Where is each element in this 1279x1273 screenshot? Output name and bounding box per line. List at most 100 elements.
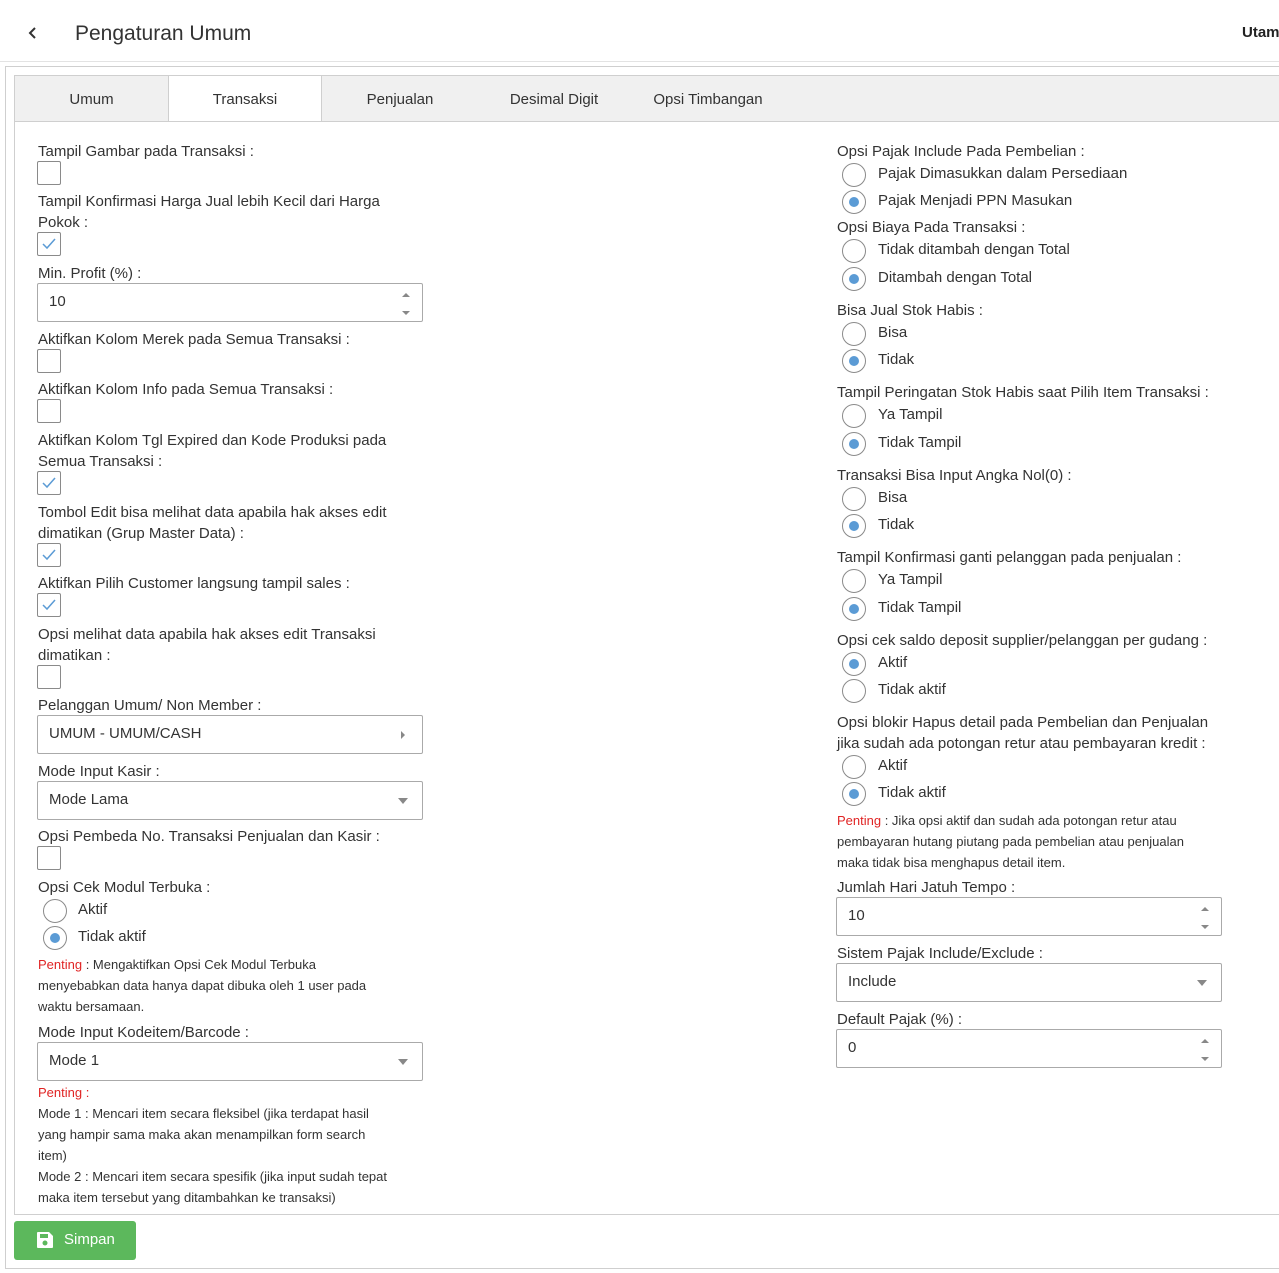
label-stok-habis: Bisa Jual Stok Habis : bbox=[837, 302, 983, 319]
mode-note-4: Mode 2 : Mencari item secara spesifik (j… bbox=[38, 1169, 388, 1184]
radio-biaya-tidak-ditambah[interactable] bbox=[842, 239, 866, 263]
radio-cek-modul-tidak-aktif[interactable] bbox=[43, 926, 67, 950]
label-min-profit: Min. Profit (%) : bbox=[38, 265, 142, 282]
sistem-pajak-value: Include bbox=[848, 973, 897, 990]
checkbox-tampil-gambar[interactable] bbox=[37, 161, 61, 185]
chevron-down-icon bbox=[398, 1059, 408, 1065]
radio-nol-tidak[interactable] bbox=[842, 514, 866, 538]
checkbox-konfirmasi-harga[interactable] bbox=[37, 232, 61, 256]
radio-cek-modul-aktif[interactable] bbox=[43, 899, 67, 923]
radio-label-biaya-ditambah: Ditambah dengan Total bbox=[878, 269, 1032, 286]
default-pajak-input[interactable]: 0 bbox=[836, 1029, 1222, 1068]
radio-saldo-tidak-aktif[interactable] bbox=[842, 679, 866, 703]
mode-kodeitem-select[interactable]: Mode 1 bbox=[37, 1042, 423, 1081]
label-cek-saldo: Opsi cek saldo deposit supplier/pelangga… bbox=[837, 632, 1208, 649]
label-opsi-melihat: Opsi melihat data apabila hak akses edit… bbox=[38, 626, 376, 643]
radio-label-saldo-aktif: Aktif bbox=[878, 654, 908, 671]
radio-label-konfirmasi-tidak: Tidak Tampil bbox=[878, 599, 962, 616]
chevron-down-icon bbox=[1197, 980, 1207, 986]
spinner-icon bbox=[1201, 907, 1209, 929]
checkbox-kolom-info[interactable] bbox=[37, 399, 61, 423]
save-label: Simpan bbox=[64, 1231, 115, 1248]
checkbox-kolom-merek[interactable] bbox=[37, 349, 61, 373]
label-tombol-edit-2: dimatikan (Grup Master Data) : bbox=[38, 525, 244, 542]
mode-input-kasir-value: Mode Lama bbox=[49, 791, 129, 808]
default-pajak-value: 0 bbox=[848, 1039, 857, 1056]
radio-pajak-persediaan[interactable] bbox=[842, 163, 866, 187]
note-blokir-3: maka tidak bisa menghapus detail item. bbox=[837, 855, 1066, 870]
check-icon bbox=[42, 549, 56, 561]
radio-label-nol-tidak: Tidak bbox=[878, 516, 915, 533]
radio-stok-bisa[interactable] bbox=[842, 322, 866, 346]
radio-peringatan-ya[interactable] bbox=[842, 404, 866, 428]
label-kolom-info: Aktifkan Kolom Info pada Semua Transaksi… bbox=[38, 381, 334, 398]
label-pajak-include: Opsi Pajak Include Pada Pembelian : bbox=[837, 143, 1085, 160]
label-mode-input-kasir: Mode Input Kasir : bbox=[38, 763, 160, 780]
back-icon[interactable] bbox=[22, 22, 44, 44]
radio-nol-bisa[interactable] bbox=[842, 487, 866, 511]
sistem-pajak-select[interactable]: Include bbox=[836, 963, 1222, 1002]
radio-label-tidak-aktif: Tidak aktif bbox=[78, 928, 146, 945]
mode-note-2: yang hampir sama maka akan menampilkan f… bbox=[38, 1127, 366, 1142]
radio-label-saldo-tidak-aktif: Tidak aktif bbox=[878, 681, 946, 698]
floppy-disk-icon bbox=[37, 1232, 53, 1248]
radio-blokir-tidak-aktif[interactable] bbox=[842, 782, 866, 806]
mode-note-5: maka item tersebut yang ditambahkan ke t… bbox=[38, 1190, 336, 1205]
checkbox-opsi-pembeda[interactable] bbox=[37, 846, 61, 870]
radio-saldo-aktif[interactable] bbox=[842, 652, 866, 676]
mode-kodeitem-value: Mode 1 bbox=[49, 1052, 100, 1069]
label-default-pajak: Default Pajak (%) : bbox=[837, 1011, 963, 1028]
pelanggan-umum-select[interactable]: UMUM - UMUM/CASH bbox=[37, 715, 423, 754]
tab-opsi-timbangan[interactable]: Opsi Timbangan bbox=[631, 76, 785, 122]
label-pelanggan-umum: Pelanggan Umum/ Non Member : bbox=[38, 697, 262, 714]
jatuh-tempo-input[interactable]: 10 bbox=[836, 897, 1222, 936]
penting-label: Penting bbox=[837, 813, 882, 828]
radio-label-pajak-persediaan: Pajak Dimasukkan dalam Persediaan bbox=[878, 165, 1128, 182]
page-title: Pengaturan Umum bbox=[75, 22, 252, 45]
check-icon bbox=[42, 238, 56, 250]
radio-konfirmasi-ya[interactable] bbox=[842, 569, 866, 593]
radio-pajak-ppn[interactable] bbox=[842, 190, 866, 214]
label-angka-nol: Transaksi Bisa Input Angka Nol(0) : bbox=[837, 467, 1072, 484]
jatuh-tempo-value: 10 bbox=[848, 907, 865, 924]
label-opsi-melihat-2: dimatikan : bbox=[38, 647, 111, 664]
tab-transaksi[interactable]: Transaksi bbox=[168, 76, 322, 123]
checkbox-kolom-tgl[interactable] bbox=[37, 471, 61, 495]
radio-biaya-ditambah[interactable] bbox=[842, 267, 866, 291]
min-profit-input[interactable]: 10 bbox=[37, 283, 423, 322]
tab-umum[interactable]: Umum bbox=[15, 76, 169, 122]
label-biaya: Opsi Biaya Pada Transaksi : bbox=[837, 219, 1026, 236]
label-sistem-pajak: Sistem Pajak Include/Exclude : bbox=[837, 945, 1043, 962]
radio-label-stok-bisa: Bisa bbox=[878, 324, 908, 341]
label-kolom-merek: Aktifkan Kolom Merek pada Semua Transaks… bbox=[38, 331, 350, 348]
radio-stok-tidak[interactable] bbox=[842, 349, 866, 373]
header-right-label[interactable]: Utam bbox=[1242, 24, 1279, 41]
label-blokir-2: jika sudah ada potongan retur atau pemba… bbox=[837, 735, 1206, 752]
label-mode-kodeitem: Mode Input Kodeitem/Barcode : bbox=[38, 1024, 249, 1041]
radio-peringatan-tidak[interactable] bbox=[842, 432, 866, 456]
spinner-icon bbox=[402, 293, 410, 315]
mode-input-kasir-select[interactable]: Mode Lama bbox=[37, 781, 423, 820]
checkbox-pilih-customer[interactable] bbox=[37, 593, 61, 617]
radio-label-blokir-tidak-aktif: Tidak aktif bbox=[878, 784, 946, 801]
label-opsi-cek-modul: Opsi Cek Modul Terbuka : bbox=[38, 879, 211, 896]
label-pilih-customer: Aktifkan Pilih Customer langsung tampil … bbox=[38, 575, 350, 592]
tab-desimal-digit[interactable]: Desimal Digit bbox=[477, 76, 631, 122]
penting-label: Penting bbox=[38, 957, 83, 972]
radio-label-stok-tidak: Tidak bbox=[878, 351, 915, 368]
radio-label-konfirmasi-ya: Ya Tampil bbox=[878, 571, 943, 588]
label-konfirmasi-harga: Tampil Konfirmasi Harga Jual lebih Kecil… bbox=[38, 193, 380, 210]
label-konfirmasi-harga-2: Pokok : bbox=[38, 214, 89, 231]
mode-note-3: item) bbox=[38, 1148, 67, 1163]
checkbox-tombol-edit[interactable] bbox=[37, 543, 61, 567]
radio-label-peringatan-ya: Ya Tampil bbox=[878, 406, 943, 423]
radio-konfirmasi-tidak[interactable] bbox=[842, 597, 866, 621]
checkbox-opsi-melihat[interactable] bbox=[37, 665, 61, 689]
note-blokir-2: pembayaran hutang piutang pada pembelian… bbox=[837, 834, 1184, 849]
tab-penjualan[interactable]: Penjualan bbox=[323, 76, 477, 122]
label-kolom-tgl: Aktifkan Kolom Tgl Expired dan Kode Prod… bbox=[38, 432, 387, 449]
penting-mode-label: Penting : bbox=[38, 1085, 90, 1100]
top-bar: Pengaturan Umum Utam bbox=[0, 0, 1279, 62]
radio-blokir-aktif[interactable] bbox=[842, 755, 866, 779]
save-button[interactable]: Simpan bbox=[14, 1221, 136, 1260]
